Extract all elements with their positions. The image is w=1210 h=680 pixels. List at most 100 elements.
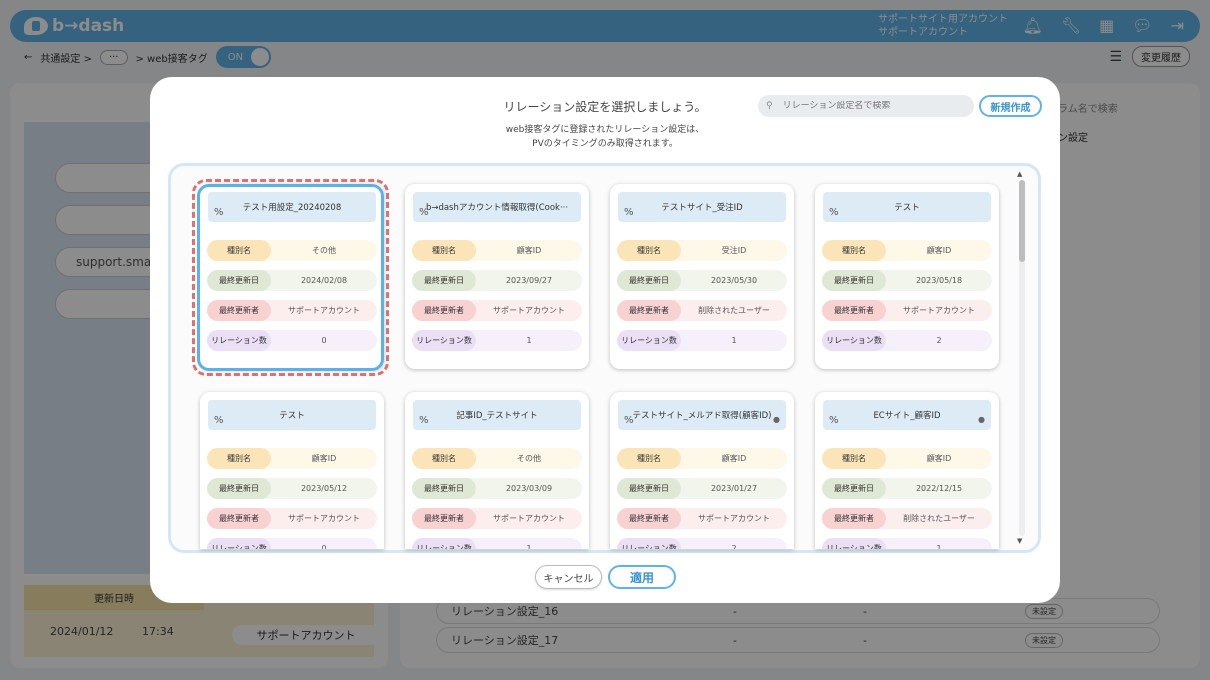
card-row-value: 顧客ID (721, 454, 747, 463)
card-row-updated: 最終更新日 2023/09/27 (412, 270, 582, 291)
scroll-up-icon[interactable]: ▲ (1017, 170, 1022, 178)
card-row-label: 最終更新日 (822, 478, 886, 499)
card-row-label: リレーション数 (822, 330, 886, 351)
card-row-value: 2022/12/15 (915, 484, 963, 493)
relation-card[interactable]: % テストサイト_受注ID 種別名 受注ID 最終更新日 2023/05/30 最終更新者 削… (610, 184, 794, 369)
card-row-relations: リレーション数 2 (822, 330, 992, 351)
card-row-label: 種別名 (412, 448, 476, 469)
relation-card[interactable]: % b→dashアカウント情報取得(Cook··· 種別名 顧客ID 最終更新日 2023… (405, 184, 589, 369)
card-row-value: 2023/01/27 (710, 484, 758, 493)
card-row-relations: リレーション数 1 (822, 538, 992, 549)
card-row-kind: 種別名 受注ID (617, 240, 787, 261)
card-row-value: サポートアカウント (493, 514, 565, 523)
card-row-value: 受注ID (721, 246, 747, 255)
scroll-down-icon[interactable]: ▼ (1017, 537, 1022, 545)
card-row-value: 2023/09/27 (505, 276, 553, 285)
relation-card[interactable]: % ECサイト_顧客ID ● 種別名 顧客ID 最終更新日 2022/12/15 最終更新者 削… (815, 392, 999, 549)
card-scrollbar[interactable]: ▲ ▼ (1016, 170, 1028, 548)
card-row-kind: 種別名 顧客ID (207, 448, 377, 469)
new-create-button[interactable]: 新規作成 (979, 95, 1042, 117)
relation-search-input[interactable] (782, 101, 953, 111)
card-row-value: 顧客ID (516, 246, 542, 255)
card-row-label: 種別名 (617, 448, 681, 469)
card-header: % b→dashアカウント情報取得(Cook··· (413, 192, 581, 222)
card-row-value: 2023/05/30 (710, 276, 758, 285)
card-header: % 記事ID_テストサイト (413, 400, 581, 430)
card-row-label: 最終更新者 (617, 508, 681, 529)
card-row-value: 2023/03/09 (505, 484, 553, 493)
card-row-updater: 最終更新者 削除されたユーザー (822, 508, 992, 529)
card-row-value: 1 (731, 336, 737, 345)
card-row-relations: リレーション数 2 (617, 538, 787, 549)
card-header: % テストサイト_受注ID (618, 192, 786, 222)
card-row-value: 1 (526, 544, 532, 549)
card-row-label: 最終更新者 (617, 300, 681, 321)
card-title: 記事ID_テストサイト (456, 411, 538, 421)
card-header: % テスト (208, 400, 376, 430)
card-row-updater: 最終更新者 サポートアカウント (207, 508, 377, 529)
card-row-label: 種別名 (207, 448, 271, 469)
relation-percent-icon: % (829, 415, 839, 426)
card-row-label: 種別名 (617, 240, 681, 261)
card-row-value: 削除されたユーザー (698, 306, 770, 315)
card-row-label: 最終更新日 (617, 270, 681, 291)
card-row-kind: 種別名 顧客ID (617, 448, 787, 469)
card-row-value: 0 (321, 544, 327, 549)
card-title: b→dashアカウント情報取得(Cook··· (425, 203, 569, 213)
card-header: % テストサイト_メルアド取得(顧客ID) ● (618, 400, 786, 430)
card-row-label: 種別名 (822, 448, 886, 469)
card-row-value: サポートアカウント (698, 514, 770, 523)
card-row-updated: 最終更新日 2023/05/30 (617, 270, 787, 291)
card-row-updater: 最終更新者 削除されたユーザー (617, 300, 787, 321)
apply-button[interactable]: 適用 (608, 565, 676, 589)
card-row-updated: 最終更新日 2022/12/15 (822, 478, 992, 499)
card-row-kind: 種別名 顧客ID (822, 240, 992, 261)
group-icon: ● (978, 415, 985, 424)
card-row-value: 1 (936, 544, 942, 549)
card-row-updated: 最終更新日 2023/01/27 (617, 478, 787, 499)
card-row-value: 顧客ID (311, 454, 337, 463)
relation-card[interactable]: % テスト種別名 顧客ID 最終更新日 2023/05/12 最終更新者 サポートアカウント… (200, 392, 384, 549)
card-row-value: サポートアカウント (288, 514, 360, 523)
card-row-value: 2 (731, 544, 737, 549)
card-row-updater: 最終更新者 サポートアカウント (412, 300, 582, 321)
relation-percent-icon: % (624, 207, 634, 218)
card-row-value: サポートアカウント (903, 306, 975, 315)
card-row-label: 最終更新日 (207, 478, 271, 499)
card-row-label: 種別名 (412, 240, 476, 261)
card-row-updated: 最終更新日 2023/05/12 (207, 478, 377, 499)
card-row-label: 最終更新日 (412, 478, 476, 499)
card-row-label: 最終更新日 (617, 478, 681, 499)
group-icon: ● (773, 415, 780, 424)
modal-desc-line1: web接客タグに登録されたリレーション設定は、 (505, 125, 705, 135)
card-row-kind: 種別名 その他 (412, 448, 582, 469)
card-row-value: 削除されたユーザー (903, 514, 975, 523)
card-header: % テスト (823, 192, 991, 222)
card-header: % ECサイト_顧客ID ● (823, 400, 991, 430)
relation-percent-icon: % (419, 207, 429, 218)
card-row-label: リレーション数 (617, 538, 681, 549)
relation-search: ⚲ (758, 95, 974, 117)
relation-card[interactable]: % テスト 種別名 顧客ID 最終更新日 2023/05/18 最終更新者 サポートアカウント… (815, 184, 999, 369)
card-row-updater: 最終更新者 サポートアカウント (412, 508, 582, 529)
relation-card[interactable]: % 記事ID_テストサイト種別名 その他 最終更新日 2023/03/09 最終更新者 サポ… (405, 392, 589, 549)
relation-card[interactable]: % テストサイト_メルアド取得(顧客ID) ● 種別名 顧客ID 最終更新日 2023/01… (610, 392, 794, 549)
card-row-relations: リレーション数 1 (617, 330, 787, 351)
modal-desc-line2: PVのタイミングのみ取得されます。 (532, 139, 678, 149)
card-row-label: リレーション数 (822, 538, 886, 549)
card-row-label: 最終更新者 (412, 300, 476, 321)
card-row-relations: リレーション数 1 (412, 330, 582, 351)
card-row-value: 2023/05/18 (915, 276, 963, 285)
card-row-label: 最終更新者 (822, 508, 886, 529)
cancel-button[interactable]: キャンセル (535, 565, 602, 589)
selected-card-border (197, 184, 384, 371)
card-row-label: リレーション数 (617, 330, 681, 351)
card-row-label: 最終更新日 (412, 270, 476, 291)
card-row-updater: 最終更新者 サポートアカウント (617, 508, 787, 529)
card-row-kind: 種別名 顧客ID (412, 240, 582, 261)
card-title: テスト (894, 203, 920, 213)
card-row-updated: 最終更新日 2023/03/09 (412, 478, 582, 499)
relation-percent-icon: % (624, 415, 634, 426)
card-title: テスト (279, 411, 305, 421)
scroll-thumb[interactable] (1019, 180, 1025, 262)
